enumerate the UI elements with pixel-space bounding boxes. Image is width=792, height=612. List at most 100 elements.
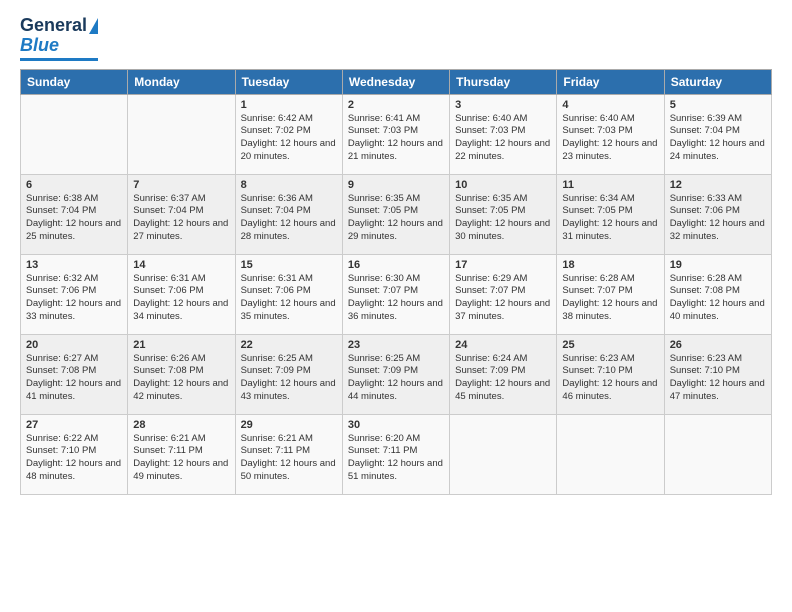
calendar-cell (557, 414, 664, 494)
day-number: 3 (455, 99, 551, 111)
day-number: 26 (670, 339, 766, 351)
calendar-week-1: 1 Sunrise: 6:42 AM Sunset: 7:02 PM Daylig… (21, 94, 772, 174)
page-header: General Blue (20, 16, 772, 61)
day-info: Sunrise: 6:28 AM Sunset: 7:07 PM Dayligh… (562, 273, 658, 324)
day-info: Sunrise: 6:25 AM Sunset: 7:09 PM Dayligh… (348, 353, 444, 404)
calendar-table: SundayMondayTuesdayWednesdayThursdayFrid… (20, 69, 772, 495)
day-info: Sunrise: 6:32 AM Sunset: 7:06 PM Dayligh… (26, 273, 122, 324)
day-number: 25 (562, 339, 658, 351)
day-number: 16 (348, 259, 444, 271)
day-info: Sunrise: 6:31 AM Sunset: 7:06 PM Dayligh… (241, 273, 337, 324)
day-number: 9 (348, 179, 444, 191)
day-info: Sunrise: 6:24 AM Sunset: 7:09 PM Dayligh… (455, 353, 551, 404)
calendar-cell: 14 Sunrise: 6:31 AM Sunset: 7:06 PM Dayli… (128, 254, 235, 334)
day-info: Sunrise: 6:21 AM Sunset: 7:11 PM Dayligh… (133, 433, 229, 484)
day-info: Sunrise: 6:35 AM Sunset: 7:05 PM Dayligh… (455, 193, 551, 244)
day-info: Sunrise: 6:20 AM Sunset: 7:11 PM Dayligh… (348, 433, 444, 484)
calendar-cell: 3Sunrise: 6:40 AM Sunset: 7:03 PM Daylig… (450, 94, 557, 174)
day-number: 11 (562, 179, 658, 191)
day-info: Sunrise: 6:27 AM Sunset: 7:08 PM Dayligh… (26, 353, 122, 404)
day-number: 5 (670, 99, 766, 111)
day-info: Sunrise: 6:23 AM Sunset: 7:10 PM Dayligh… (670, 353, 766, 404)
day-number: 4 (562, 99, 658, 111)
day-number: 12 (670, 179, 766, 191)
calendar-cell: 9 Sunrise: 6:35 AM Sunset: 7:05 PM Daylig… (342, 174, 449, 254)
calendar-header-tuesday: Tuesday (235, 69, 342, 94)
day-number: 10 (455, 179, 551, 191)
day-info: Sunrise: 6:23 AM Sunset: 7:10 PM Dayligh… (562, 353, 658, 404)
day-info: Sunrise: 6:29 AM Sunset: 7:07 PM Dayligh… (455, 273, 551, 324)
logo: General Blue (20, 16, 98, 61)
day-info: Sunrise: 6:36 AM Sunset: 7:04 PM Dayligh… (241, 193, 337, 244)
calendar-cell: 25 Sunrise: 6:23 AM Sunset: 7:10 PM Dayli… (557, 334, 664, 414)
calendar-cell: 7Sunrise: 6:37 AM Sunset: 7:04 PM Daylig… (128, 174, 235, 254)
calendar-cell: 8 Sunrise: 6:36 AM Sunset: 7:04 PM Daylig… (235, 174, 342, 254)
calendar-cell: 16 Sunrise: 6:30 AM Sunset: 7:07 PM Dayli… (342, 254, 449, 334)
calendar-header-row: SundayMondayTuesdayWednesdayThursdayFrid… (21, 69, 772, 94)
day-number: 1 (241, 99, 337, 111)
day-number: 13 (26, 259, 122, 271)
calendar-cell: 4 Sunrise: 6:40 AM Sunset: 7:03 PM Daylig… (557, 94, 664, 174)
day-info: Sunrise: 6:38 AM Sunset: 7:04 PM Dayligh… (26, 193, 122, 244)
day-number: 24 (455, 339, 551, 351)
day-info: Sunrise: 6:39 AM Sunset: 7:04 PM Dayligh… (670, 113, 766, 164)
calendar-header-saturday: Saturday (664, 69, 771, 94)
calendar-cell (450, 414, 557, 494)
calendar-week-4: 20 Sunrise: 6:27 AM Sunset: 7:08 PM Dayli… (21, 334, 772, 414)
day-number: 6 (26, 179, 122, 191)
day-number: 22 (241, 339, 337, 351)
day-number: 15 (241, 259, 337, 271)
day-info: Sunrise: 6:42 AM Sunset: 7:02 PM Dayligh… (241, 113, 337, 164)
calendar-week-2: 6 Sunrise: 6:38 AM Sunset: 7:04 PM Daylig… (21, 174, 772, 254)
calendar-week-3: 13 Sunrise: 6:32 AM Sunset: 7:06 PM Dayli… (21, 254, 772, 334)
calendar-cell: 26 Sunrise: 6:23 AM Sunset: 7:10 PM Dayli… (664, 334, 771, 414)
calendar-cell: 15 Sunrise: 6:31 AM Sunset: 7:06 PM Dayli… (235, 254, 342, 334)
calendar-cell: 20 Sunrise: 6:27 AM Sunset: 7:08 PM Dayli… (21, 334, 128, 414)
calendar-cell: 23 Sunrise: 6:25 AM Sunset: 7:09 PM Dayli… (342, 334, 449, 414)
calendar-cell: 19 Sunrise: 6:28 AM Sunset: 7:08 PM Dayli… (664, 254, 771, 334)
day-info: Sunrise: 6:26 AM Sunset: 7:08 PM Dayligh… (133, 353, 229, 404)
day-number: 7 (133, 179, 229, 191)
calendar-cell: 10 Sunrise: 6:35 AM Sunset: 7:05 PM Dayli… (450, 174, 557, 254)
calendar-cell: 5 Sunrise: 6:39 AM Sunset: 7:04 PM Daylig… (664, 94, 771, 174)
calendar-cell: 6 Sunrise: 6:38 AM Sunset: 7:04 PM Daylig… (21, 174, 128, 254)
day-info: Sunrise: 6:21 AM Sunset: 7:11 PM Dayligh… (241, 433, 337, 484)
day-number: 19 (670, 259, 766, 271)
day-number: 2 (348, 99, 444, 111)
calendar-week-5: 27 Sunrise: 6:22 AM Sunset: 7:10 PM Dayli… (21, 414, 772, 494)
day-info: Sunrise: 6:31 AM Sunset: 7:06 PM Dayligh… (133, 273, 229, 324)
calendar-cell (664, 414, 771, 494)
calendar-header-wednesday: Wednesday (342, 69, 449, 94)
day-info: Sunrise: 6:35 AM Sunset: 7:05 PM Dayligh… (348, 193, 444, 244)
calendar-cell: 18 Sunrise: 6:28 AM Sunset: 7:07 PM Dayli… (557, 254, 664, 334)
calendar-cell: 22 Sunrise: 6:25 AM Sunset: 7:09 PM Dayli… (235, 334, 342, 414)
day-info: Sunrise: 6:22 AM Sunset: 7:10 PM Dayligh… (26, 433, 122, 484)
day-number: 30 (348, 419, 444, 431)
day-info: Sunrise: 6:34 AM Sunset: 7:05 PM Dayligh… (562, 193, 658, 244)
day-info: Sunrise: 6:41 AM Sunset: 7:03 PM Dayligh… (348, 113, 444, 164)
day-info: Sunrise: 6:30 AM Sunset: 7:07 PM Dayligh… (348, 273, 444, 324)
day-number: 23 (348, 339, 444, 351)
day-number: 27 (26, 419, 122, 431)
day-info: Sunrise: 6:28 AM Sunset: 7:08 PM Dayligh… (670, 273, 766, 324)
calendar-cell (128, 94, 235, 174)
day-number: 20 (26, 339, 122, 351)
day-number: 8 (241, 179, 337, 191)
day-info: Sunrise: 6:33 AM Sunset: 7:06 PM Dayligh… (670, 193, 766, 244)
calendar-cell: 13 Sunrise: 6:32 AM Sunset: 7:06 PM Dayli… (21, 254, 128, 334)
calendar-cell (21, 94, 128, 174)
calendar-cell: 17 Sunrise: 6:29 AM Sunset: 7:07 PM Dayli… (450, 254, 557, 334)
day-info: Sunrise: 6:25 AM Sunset: 7:09 PM Dayligh… (241, 353, 337, 404)
calendar-cell: 30 Sunrise: 6:20 AM Sunset: 7:11 PM Dayli… (342, 414, 449, 494)
logo-text2: Blue (20, 36, 59, 56)
day-number: 18 (562, 259, 658, 271)
calendar-body: 1 Sunrise: 6:42 AM Sunset: 7:02 PM Daylig… (21, 94, 772, 494)
day-number: 21 (133, 339, 229, 351)
calendar-cell: 29Sunrise: 6:21 AM Sunset: 7:11 PM Dayli… (235, 414, 342, 494)
day-number: 17 (455, 259, 551, 271)
calendar-header-monday: Monday (128, 69, 235, 94)
day-info: Sunrise: 6:40 AM Sunset: 7:03 PM Dayligh… (562, 113, 658, 164)
calendar-cell: 2 Sunrise: 6:41 AM Sunset: 7:03 PM Daylig… (342, 94, 449, 174)
calendar-cell: 28Sunrise: 6:21 AM Sunset: 7:11 PM Dayli… (128, 414, 235, 494)
day-number: 14 (133, 259, 229, 271)
